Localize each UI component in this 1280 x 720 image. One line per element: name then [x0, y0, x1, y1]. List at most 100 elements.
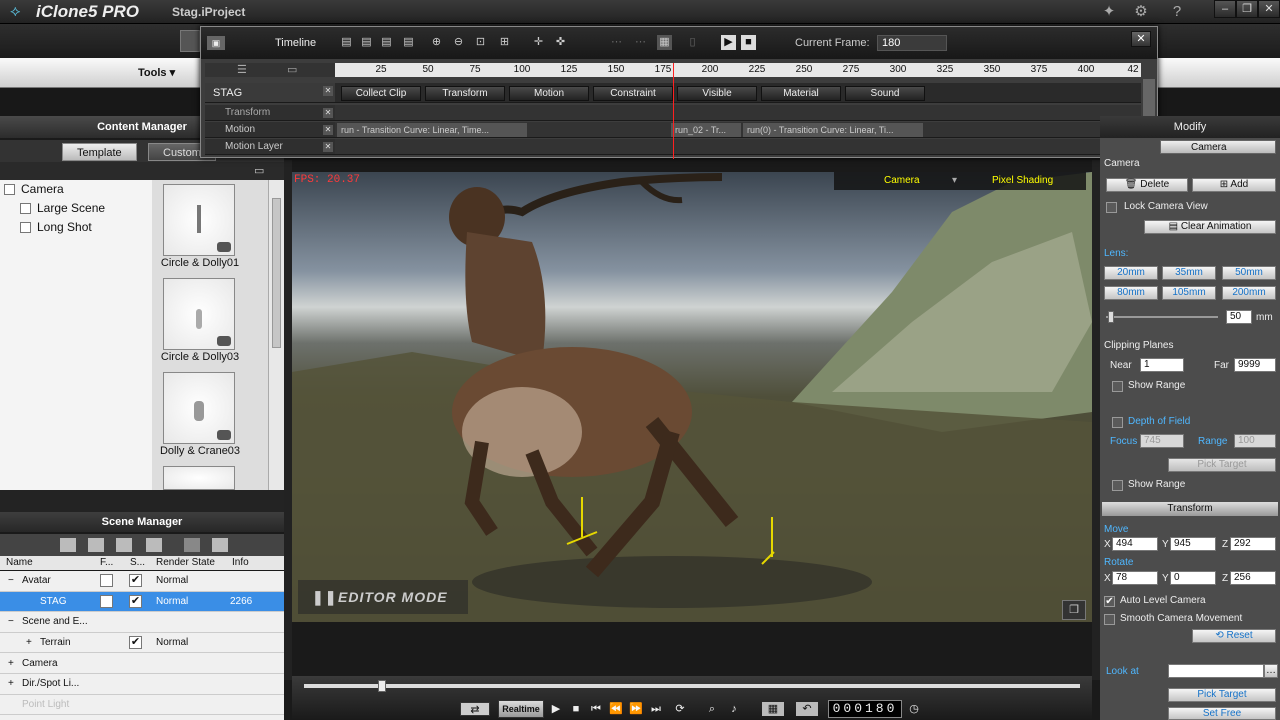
- thumbnail-scrollbar[interactable]: [268, 180, 284, 490]
- rewind-icon[interactable]: ⏪: [608, 702, 624, 716]
- track-motion-layer-body[interactable]: [335, 139, 1141, 155]
- minimize-button[interactable]: –: [1214, 0, 1236, 18]
- table-row[interactable]: − Scene and E...: [0, 612, 284, 633]
- range-input[interactable]: 100: [1234, 434, 1276, 448]
- browse-button[interactable]: …: [1264, 664, 1278, 678]
- disabled-icon[interactable]: ⋯: [609, 35, 624, 50]
- rotate-y-input[interactable]: 0: [1170, 571, 1216, 585]
- grid-icon[interactable]: ▦: [657, 35, 672, 50]
- scrollbar-thumb[interactable]: [272, 198, 281, 348]
- maximize-button[interactable]: ❐: [1236, 0, 1258, 18]
- current-frame-input[interactable]: 180: [877, 35, 947, 51]
- tree-item-camera[interactable]: Camera: [0, 180, 152, 199]
- render-icon[interactable]: ▦: [762, 702, 784, 716]
- lens-80mm-button[interactable]: 80mm: [1104, 286, 1158, 300]
- record-icon[interactable]: ⌕: [704, 702, 720, 716]
- fit-icon[interactable]: ⊡: [473, 35, 488, 50]
- smooth-movement-checkbox[interactable]: [1104, 614, 1115, 625]
- freeze-checkbox[interactable]: [100, 574, 113, 588]
- chip-transform[interactable]: Transform: [425, 86, 505, 101]
- undo-icon[interactable]: ↶: [796, 702, 818, 716]
- table-row[interactable]: + Camera: [0, 653, 284, 674]
- play-icon[interactable]: ▶: [721, 35, 736, 50]
- track-object-stag[interactable]: STAG ✕: [205, 83, 335, 103]
- stop-icon[interactable]: ■: [741, 35, 756, 50]
- pause-icon[interactable]: ❚❚: [312, 580, 337, 614]
- loop-icon[interactable]: ⟳: [672, 702, 688, 716]
- far-input[interactable]: 9999: [1234, 358, 1276, 372]
- lens-value-input[interactable]: 50: [1226, 310, 1252, 324]
- playback-scrubber[interactable]: [304, 684, 1080, 688]
- shading-dropdown[interactable]: Pixel Shading: [992, 175, 1053, 186]
- key-icon[interactable]: ▤: [359, 35, 374, 50]
- key-icon[interactable]: ▤: [401, 35, 416, 50]
- column-show[interactable]: S...: [130, 557, 145, 568]
- hierarchy-icon[interactable]: [212, 538, 228, 552]
- show-range-checkbox[interactable]: [1112, 381, 1123, 392]
- community-icon[interactable]: ✦: [1100, 3, 1118, 21]
- table-row[interactable]: + Terrain ✔ Normal: [0, 633, 284, 654]
- lens-20mm-button[interactable]: 20mm: [1104, 266, 1158, 280]
- track-transform-body[interactable]: [335, 105, 1141, 121]
- dof-pick-target-button[interactable]: Pick Target: [1168, 458, 1276, 472]
- playhead[interactable]: [673, 63, 674, 159]
- chip-visible[interactable]: Visible: [677, 86, 757, 101]
- tree-item-long-shot[interactable]: Long Shot: [0, 218, 152, 237]
- lens-200mm-button[interactable]: 200mm: [1222, 286, 1276, 300]
- key-icon[interactable]: ▤: [339, 35, 354, 50]
- close-window-button[interactable]: ✕: [1258, 0, 1280, 18]
- camera-switch-icon[interactable]: ⇄: [460, 702, 490, 716]
- column-info[interactable]: Info: [232, 557, 249, 568]
- search-icon[interactable]: [116, 538, 132, 552]
- zoom-in-icon[interactable]: ⊕: [429, 35, 444, 50]
- table-row[interactable]: − Avatar ✔ Normal: [0, 571, 284, 592]
- disabled-icon[interactable]: ⋯: [633, 35, 648, 50]
- chip-collect-clip[interactable]: Collect Clip: [341, 86, 421, 101]
- fast-forward-icon[interactable]: ⏩: [628, 702, 644, 716]
- pick-target-button[interactable]: Pick Target: [1168, 688, 1276, 702]
- link-icon[interactable]: [184, 538, 200, 552]
- lens-slider[interactable]: [1106, 316, 1218, 318]
- audio-icon[interactable]: ♪: [726, 702, 742, 716]
- fit-all-icon[interactable]: ⊞: [497, 35, 512, 50]
- close-icon[interactable]: ✕: [323, 86, 333, 96]
- gear-icon[interactable]: ⚙: [1132, 3, 1150, 21]
- right-splitter[interactable]: [1092, 160, 1100, 680]
- chip-constraint[interactable]: Constraint: [593, 86, 673, 101]
- stop-icon[interactable]: ■: [568, 702, 584, 716]
- play-icon[interactable]: ▶: [548, 702, 564, 716]
- clear-animation-button[interactable]: ▤ Clear Animation: [1144, 220, 1276, 234]
- go-start-icon[interactable]: ⏮: [588, 702, 604, 716]
- view-icon[interactable]: [60, 538, 76, 552]
- chip-motion[interactable]: Motion: [509, 86, 589, 101]
- object-selector[interactable]: Camera: [1160, 140, 1276, 154]
- move-y-input[interactable]: 945: [1170, 537, 1216, 551]
- filter-icon[interactable]: ▭: [287, 63, 297, 76]
- expand-timeline-icon[interactable]: ▣: [207, 36, 225, 50]
- track-motion[interactable]: Motion ✕: [205, 122, 335, 138]
- motion-clip[interactable]: run_02 - Tr...: [671, 123, 741, 137]
- disabled-icon[interactable]: ▯: [685, 35, 700, 50]
- move-z-input[interactable]: 292: [1230, 537, 1276, 551]
- show-checkbox[interactable]: ✔: [129, 594, 142, 608]
- reset-button[interactable]: ⟲ Reset: [1192, 629, 1276, 643]
- close-icon[interactable]: ✕: [323, 108, 333, 118]
- table-row[interactable]: STAG ✔ Normal 2266: [0, 591, 284, 613]
- move-x-input[interactable]: 494: [1112, 537, 1158, 551]
- freeze-checkbox[interactable]: [100, 594, 113, 608]
- thumbnail-dolly-crane03[interactable]: [163, 372, 235, 444]
- rotate-x-input[interactable]: 78: [1112, 571, 1158, 585]
- lock-camera-checkbox[interactable]: [1106, 202, 1117, 213]
- expand-icon[interactable]: +: [26, 633, 32, 653]
- frame-ruler[interactable]: 25 50 75 100 125 150 175 200 225 250 275 300 325 350 3…: [335, 63, 1141, 77]
- folder-icon[interactable]: ▭: [254, 164, 270, 178]
- close-icon[interactable]: ✕: [1131, 31, 1151, 47]
- show-checkbox[interactable]: ✔: [129, 574, 142, 588]
- expand-icon[interactable]: +: [8, 674, 14, 694]
- chip-sound[interactable]: Sound: [845, 86, 925, 101]
- lens-slider-handle[interactable]: [1108, 311, 1114, 323]
- lens-105mm-button[interactable]: 105mm: [1162, 286, 1216, 300]
- help-icon[interactable]: ?: [1168, 3, 1186, 21]
- chip-material[interactable]: Material: [761, 86, 841, 101]
- chevron-down-icon[interactable]: ▾: [952, 175, 957, 186]
